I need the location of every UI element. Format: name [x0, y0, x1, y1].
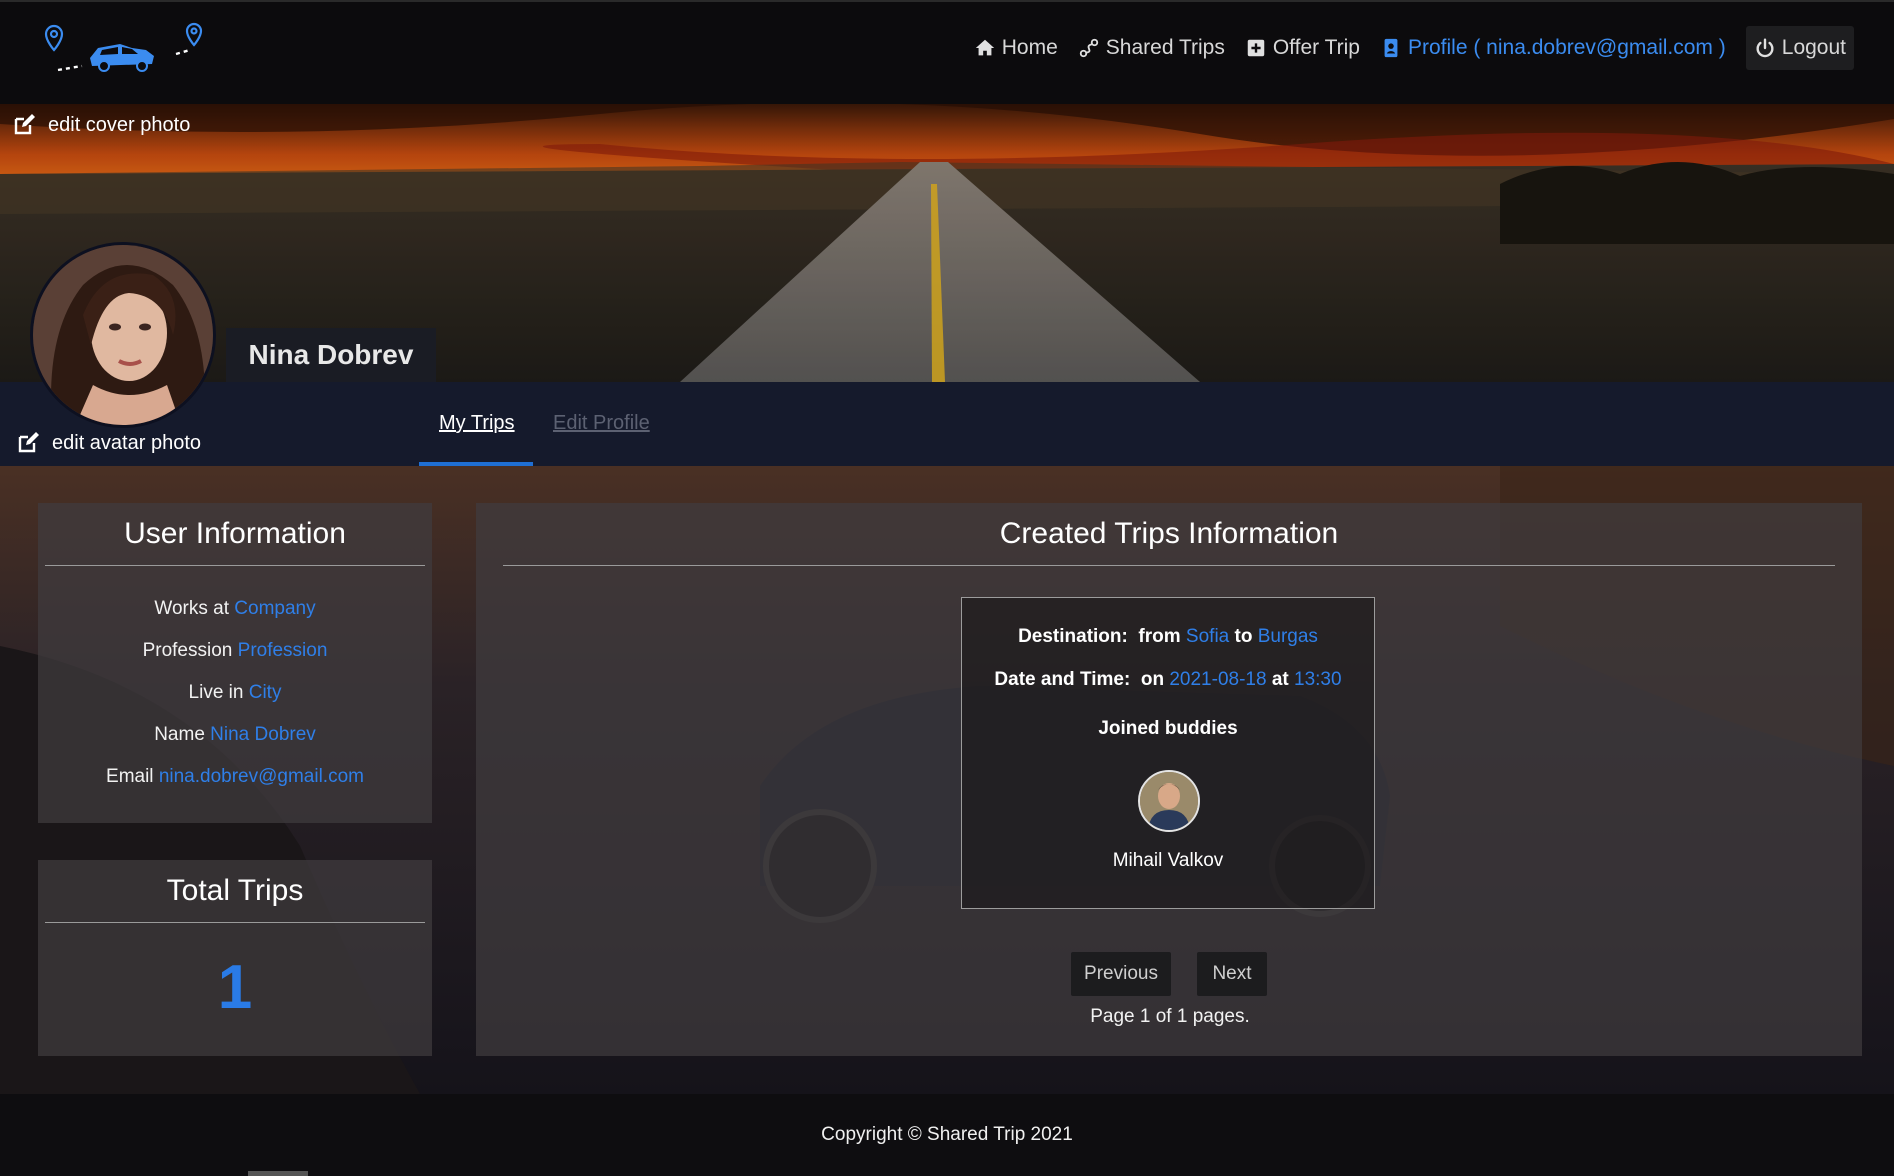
info-value-city: City [248, 682, 282, 703]
page-info: Page 1 of 1 pages. [1090, 1006, 1250, 1027]
info-label: Email [106, 766, 154, 787]
joined-buddies-label: Joined buddies [1098, 718, 1238, 739]
previous-page-button[interactable]: Previous [1071, 952, 1171, 996]
profile-tab-bar [0, 382, 1894, 466]
trip-from: Sofia [1185, 626, 1230, 647]
info-label: Profession [142, 640, 233, 661]
nav-offer-trip-label: Offer Trip [1272, 36, 1360, 59]
divider [45, 565, 425, 566]
nav-home-label: Home [1001, 36, 1058, 59]
nav-profile-label: Profile ( nina.dobrev@gmail.com ) [1407, 36, 1726, 59]
destination-label: Destination: [1018, 626, 1128, 647]
info-row-company: Works at Company [38, 588, 432, 630]
home-icon [975, 39, 994, 56]
next-page-button[interactable]: Next [1197, 952, 1267, 996]
trip-card[interactable]: Destination: from Sofia to Burgas Date a… [961, 597, 1375, 909]
divider [45, 922, 425, 923]
horizontal-scrollbar-thumb[interactable] [248, 1171, 308, 1176]
nav-profile-link[interactable]: Profile ( nina.dobrev@gmail.com ) [1380, 36, 1726, 60]
nav-offer-trip-link[interactable]: Offer Trip [1245, 36, 1360, 60]
tab-my-trips[interactable]: My Trips [439, 412, 515, 435]
info-label: Works at [154, 598, 229, 619]
id-badge-icon [1384, 38, 1398, 58]
info-row-city: Live in City [38, 672, 432, 714]
tab-edit-profile[interactable]: Edit Profile [553, 412, 650, 435]
info-label: Name [154, 724, 205, 745]
nav-shared-trips-label: Shared Trips [1105, 36, 1225, 59]
info-value-email[interactable]: nina.dobrev@gmail.com [159, 766, 364, 787]
at-word: at [1271, 669, 1289, 690]
footer: Copyright © Shared Trip 2021 [0, 1094, 1894, 1176]
edit-avatar-photo-label: edit avatar photo [52, 431, 201, 454]
trip-datetime: Date and Time: on 2021-08-18 at 13:30 [962, 669, 1374, 691]
buddy-avatar[interactable] [1138, 770, 1200, 832]
trip-destination: Destination: from Sofia to Burgas [962, 626, 1374, 648]
trip-date: 2021-08-18 [1169, 669, 1267, 690]
info-value-profession: Profession [237, 640, 328, 661]
created-trips-title: Created Trips Information [999, 517, 1339, 550]
nav-shared-trips-link[interactable]: Shared Trips [1078, 36, 1225, 60]
info-value-name: Nina Dobrev [210, 724, 316, 745]
trip-to: Burgas [1257, 626, 1318, 647]
plus-square-icon [1247, 39, 1265, 57]
profile-name: Nina Dobrev [226, 328, 436, 382]
total-trips-count: 1 [217, 953, 253, 1022]
buddy-name[interactable]: Mihail Valkov [962, 850, 1374, 872]
info-label: Live in [188, 682, 244, 703]
edit-cover-photo-button[interactable]: edit cover photo [12, 113, 190, 137]
navbar: Home Shared Trips Offer Trip Profile (n… [0, 0, 1894, 104]
on-word: on [1140, 669, 1165, 690]
to-word: to [1234, 626, 1253, 647]
nav-home-link[interactable]: Home [974, 36, 1058, 60]
info-row-profession: Profession Profession [38, 630, 432, 672]
power-icon [1756, 38, 1774, 58]
from-word: from [1138, 626, 1181, 647]
user-information-panel: User Information Works at Company Profes… [38, 503, 432, 823]
nav-logout-label: Logout [1781, 36, 1846, 59]
trip-time: 13:30 [1294, 669, 1342, 690]
info-row-email: Email nina.dobrev@gmail.com [38, 756, 432, 798]
datetime-label: Date and Time: [994, 669, 1131, 690]
profile-avatar [30, 242, 216, 428]
nav-logout-button[interactable]: Logout [1745, 26, 1854, 70]
info-value-company: Company [234, 598, 316, 619]
user-information-title: User Information [124, 517, 346, 550]
edit-cover-photo-label: edit cover photo [48, 113, 191, 136]
edit-avatar-photo-button[interactable]: edit avatar photo [16, 431, 201, 455]
shared-trip-logo[interactable] [44, 22, 210, 78]
info-row-name: Name Nina Dobrev [38, 714, 432, 756]
edit-icon [18, 432, 39, 453]
total-trips-title: Total Trips [166, 874, 304, 907]
edit-icon [14, 114, 35, 135]
avatar-portrait [33, 245, 213, 425]
route-icon [1079, 38, 1098, 58]
copyright-text: Copyright © Shared Trip 2021 [821, 1124, 1073, 1145]
total-trips-panel: Total Trips 1 [38, 860, 432, 1056]
divider [503, 565, 1835, 566]
